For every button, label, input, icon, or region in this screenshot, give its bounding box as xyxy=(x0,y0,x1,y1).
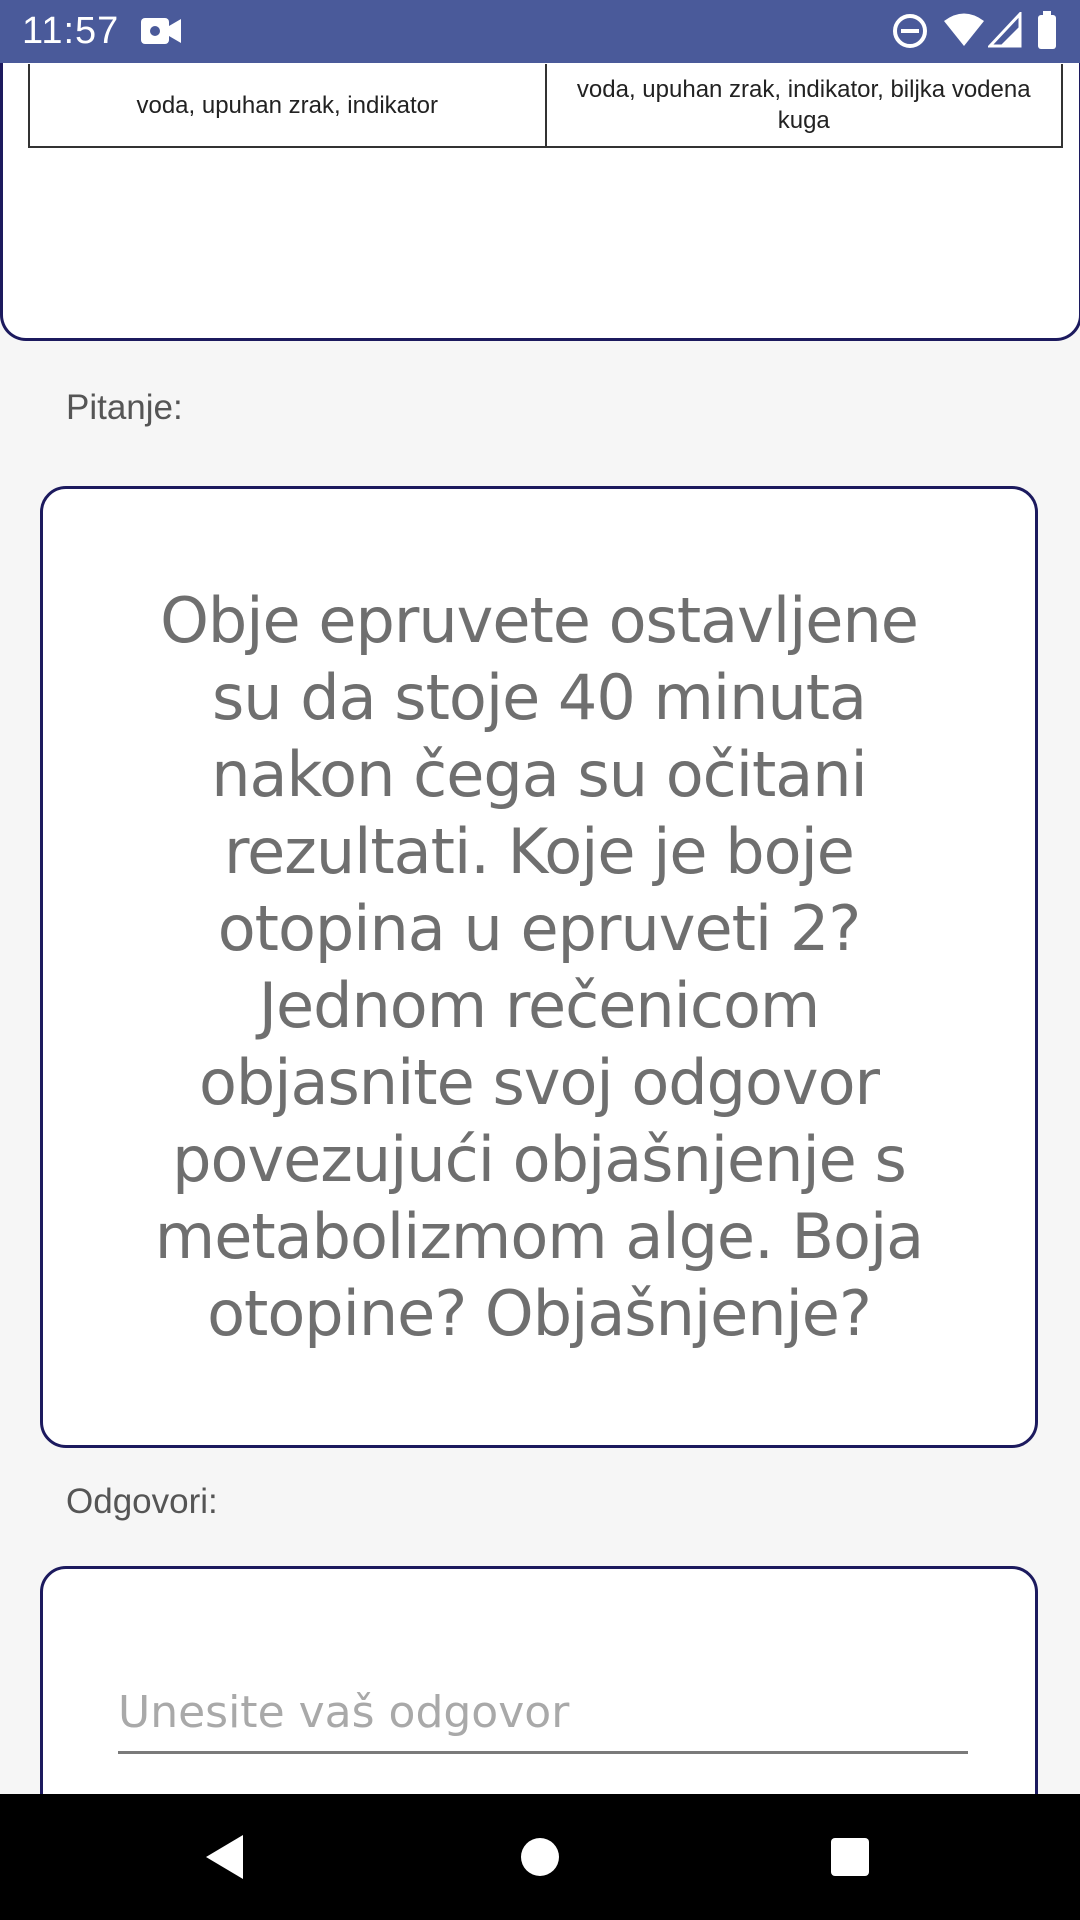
battery-icon xyxy=(1036,10,1058,50)
do-not-disturb-icon xyxy=(892,13,928,49)
home-button[interactable] xyxy=(500,1794,580,1920)
back-icon xyxy=(206,1835,243,1879)
video-camera-icon xyxy=(140,14,182,48)
table-cell-test-tube-1: voda, upuhan zrak, indikator xyxy=(136,91,439,119)
back-button[interactable] xyxy=(185,1794,265,1920)
table-cell-test-tube-2: voda, upuhan zrak, indikator, biljka vod… xyxy=(544,64,1062,146)
question-card: Obje epruvete ostavljene su da stoje 40 … xyxy=(40,486,1038,1448)
status-time: 11:57 xyxy=(22,10,120,52)
home-icon xyxy=(521,1838,559,1876)
question-text: Obje epruvete ostavljene su da stoje 40 … xyxy=(154,584,924,1350)
navigation-bar xyxy=(0,1794,1080,1920)
question-label: Pitanje: xyxy=(66,388,183,427)
experiment-table: voda, upuhan zrak, indikator voda, upuha… xyxy=(28,54,1063,148)
answer-input[interactable] xyxy=(118,1674,968,1754)
recents-icon xyxy=(831,1838,869,1876)
wifi-icon xyxy=(942,12,986,48)
question-image-card: voda, upuhan zrak, indikator voda, upuha… xyxy=(0,40,1080,341)
signal-icon xyxy=(988,12,1022,48)
recents-button[interactable] xyxy=(810,1794,890,1920)
answer-label: Odgovori: xyxy=(66,1482,218,1521)
status-bar: 11:57 xyxy=(0,0,1080,63)
